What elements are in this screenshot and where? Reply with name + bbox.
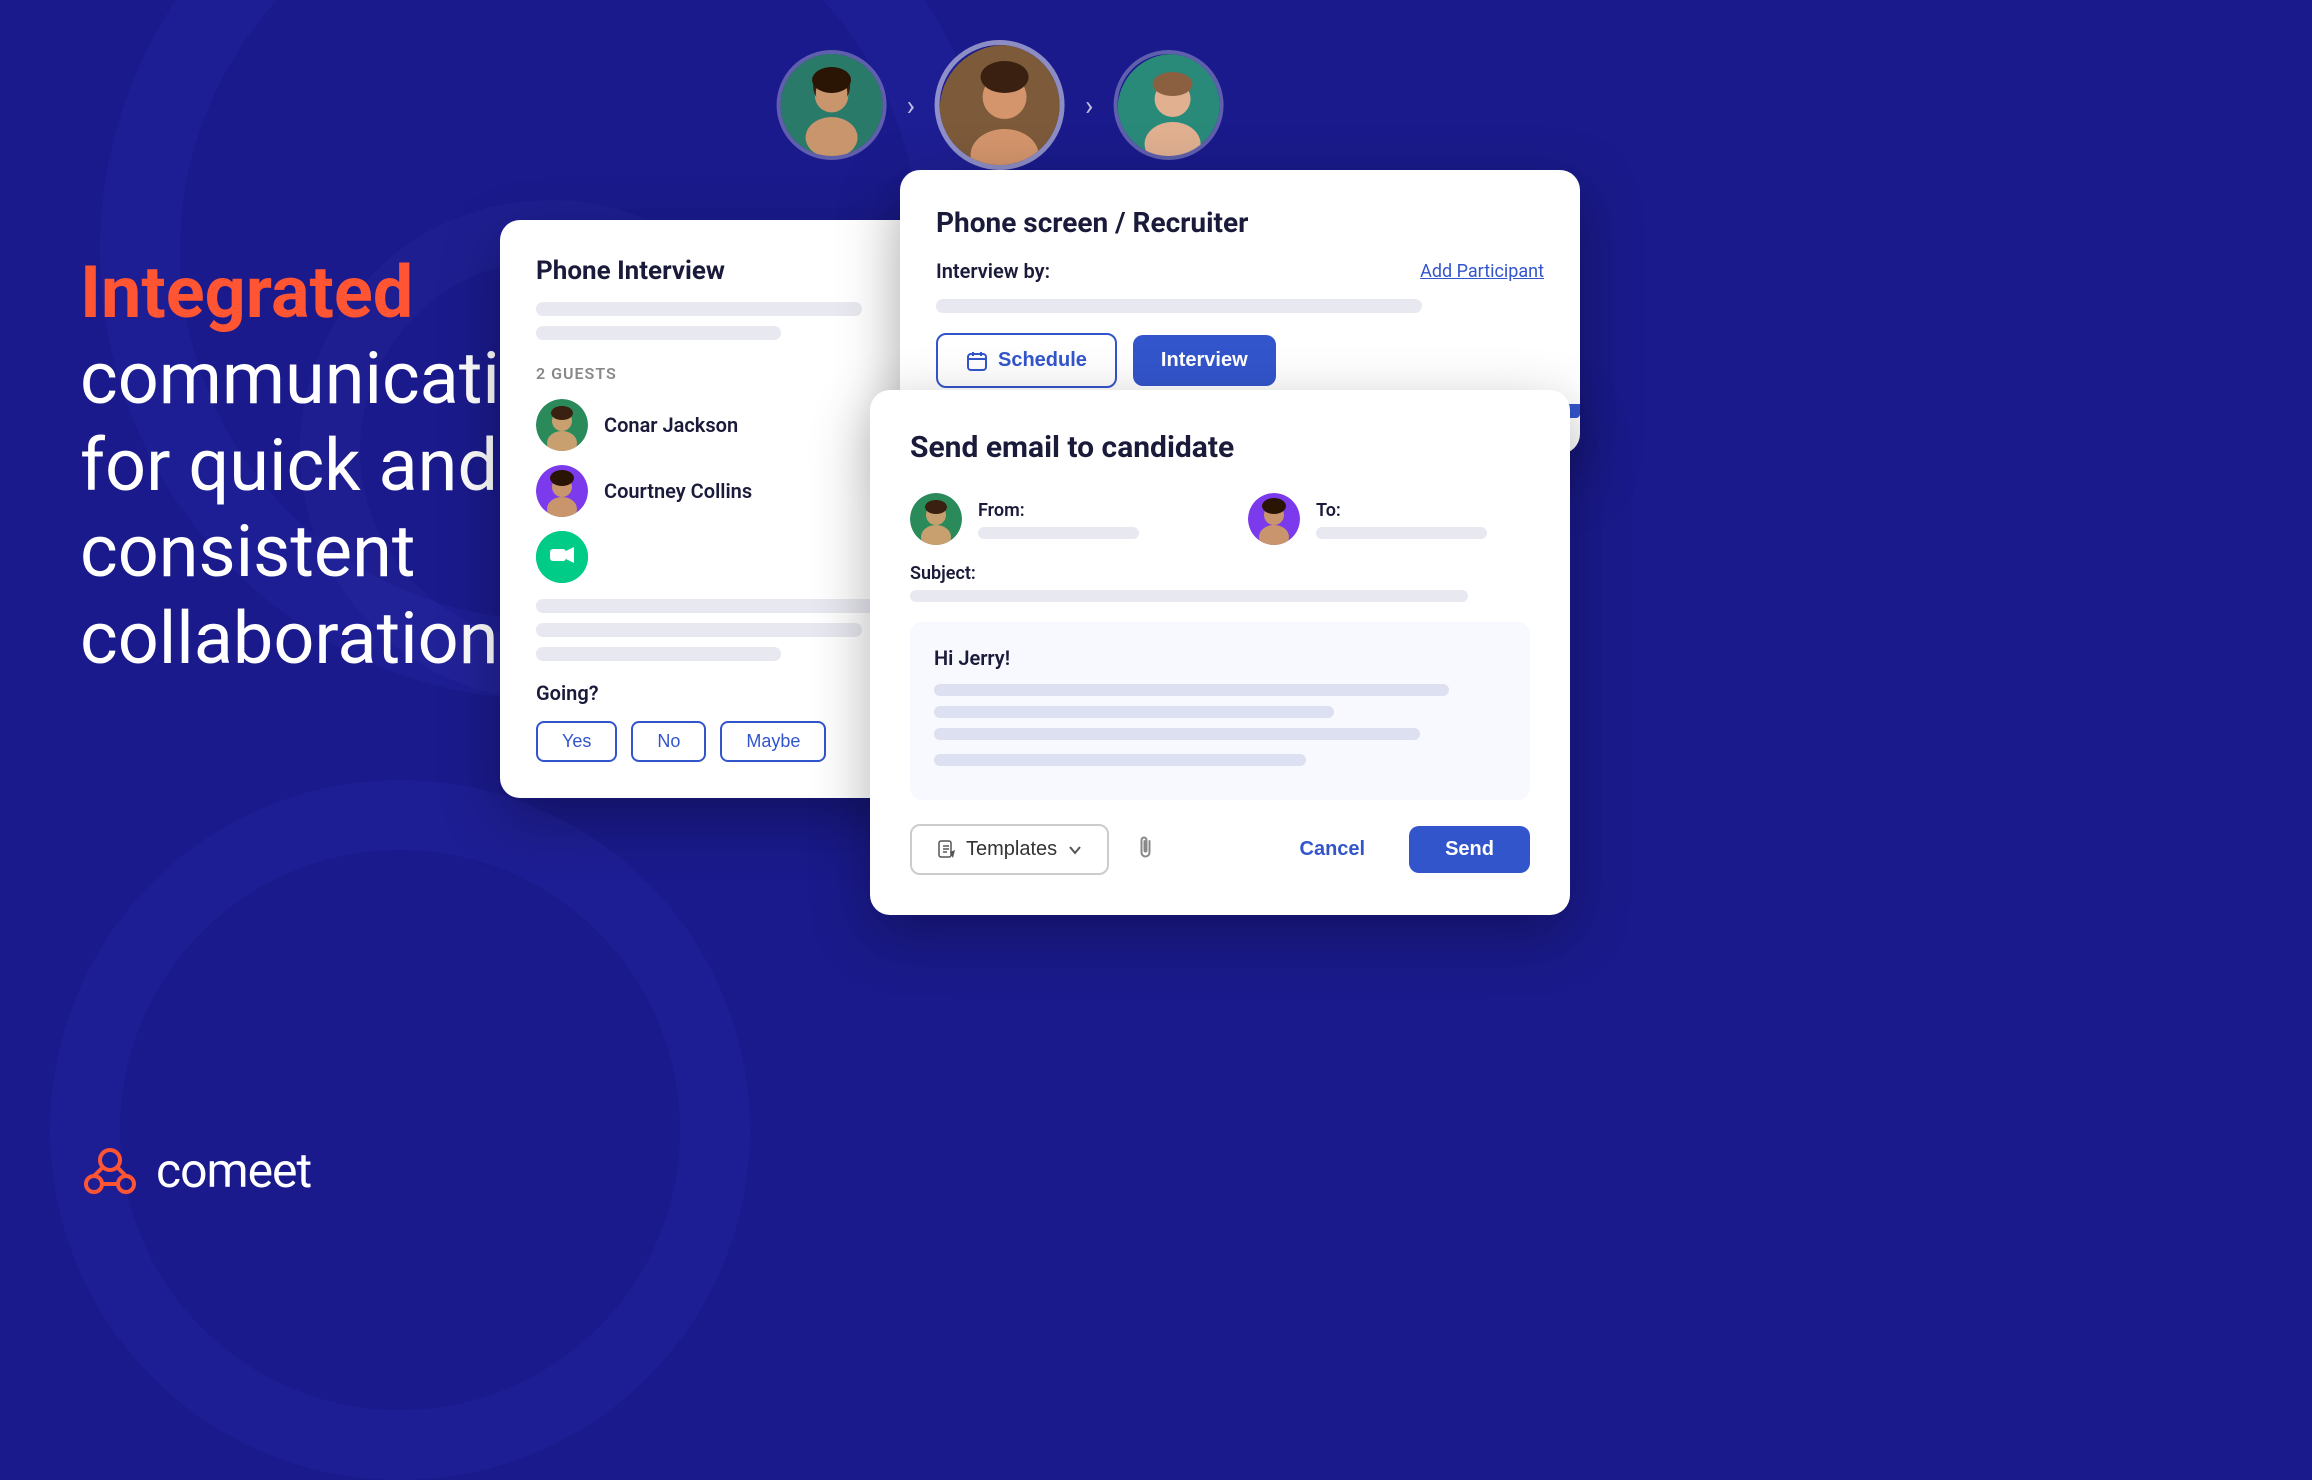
meet-icon — [536, 531, 588, 583]
interview-button[interactable]: Interview — [1133, 335, 1276, 386]
to-skeleton — [1316, 527, 1487, 539]
subject-skeleton — [910, 590, 1468, 602]
to-field: To: — [1316, 500, 1530, 539]
phone-card-title: Phone Interview — [536, 256, 944, 286]
logo-text: comeet — [156, 1142, 311, 1199]
logo-area: comeet — [80, 1140, 311, 1200]
calendar-icon — [966, 350, 988, 372]
skeleton-1 — [536, 302, 862, 316]
email-greeting: Hi Jerry! — [934, 646, 1506, 670]
from-avatar — [910, 493, 962, 545]
guest-name-2: Courtney Collins — [604, 479, 752, 503]
body-skeleton-1 — [934, 684, 1449, 696]
subject-row: Subject: — [910, 563, 1530, 602]
no-button[interactable]: No — [631, 721, 706, 762]
skeleton-5 — [536, 647, 781, 661]
skeleton-4 — [536, 623, 862, 637]
avatar-row: › › — [777, 40, 1224, 170]
from-label: From: — [978, 500, 1192, 521]
guest-name-1: Conar Jackson — [604, 413, 738, 437]
guest-avatar-1 — [536, 399, 588, 451]
cancel-button[interactable]: Cancel — [1272, 826, 1394, 873]
to-avatar — [1248, 493, 1300, 545]
email-card: Send email to candidate From: To: — [870, 390, 1570, 915]
bg-decoration-2 — [50, 780, 750, 1480]
send-button[interactable]: Send — [1409, 826, 1530, 873]
recruiter-actions: Schedule Interview — [936, 333, 1544, 388]
email-card-title: Send email to candidate — [910, 430, 1530, 465]
schedule-button[interactable]: Schedule — [936, 333, 1117, 388]
schedule-label: Schedule — [998, 349, 1087, 372]
templates-label: Templates — [966, 838, 1057, 861]
footer-left: Templates — [910, 824, 1157, 875]
attachment-icon[interactable] — [1133, 835, 1157, 865]
comeet-logo-icon — [80, 1140, 140, 1200]
add-participant-link[interactable]: Add Participant — [1420, 261, 1544, 282]
to-label: To: — [1316, 500, 1530, 521]
body-skeleton-4 — [934, 754, 1306, 766]
avatar-3 — [1113, 50, 1223, 160]
headline-highlight: Integrated — [80, 250, 413, 335]
from-row: From: To: — [910, 493, 1530, 545]
skeleton-2 — [536, 326, 781, 340]
avatar-2 — [935, 40, 1065, 170]
email-footer: Templates Cancel Send — [910, 824, 1530, 875]
arrow-1: › — [907, 89, 915, 122]
subject-label: Subject: — [910, 563, 1530, 584]
yes-button[interactable]: Yes — [536, 721, 617, 762]
guests-label: 2 GUESTS — [536, 364, 944, 383]
interview-by-row: Interview by: Add Participant — [936, 259, 1544, 283]
body-skeleton-3 — [934, 728, 1420, 740]
recruiter-skeleton-1 — [936, 299, 1422, 313]
from-skeleton — [978, 527, 1139, 539]
avatar-1 — [777, 50, 887, 160]
recruiter-card-title: Phone screen / Recruiter — [936, 206, 1544, 239]
body-skeleton-2 — [934, 706, 1334, 718]
guest-avatar-2 — [536, 465, 588, 517]
document-icon — [936, 840, 956, 860]
from-field: From: — [978, 500, 1192, 539]
footer-actions: Cancel Send — [1272, 826, 1531, 873]
templates-button[interactable]: Templates — [910, 824, 1109, 875]
maybe-button[interactable]: Maybe — [720, 721, 826, 762]
avatar-1-image — [781, 54, 883, 156]
interview-by-label: Interview by: — [936, 259, 1050, 283]
chevron-down-icon — [1067, 842, 1083, 858]
arrow-2: › — [1085, 89, 1093, 122]
email-body: Hi Jerry! — [910, 622, 1530, 800]
